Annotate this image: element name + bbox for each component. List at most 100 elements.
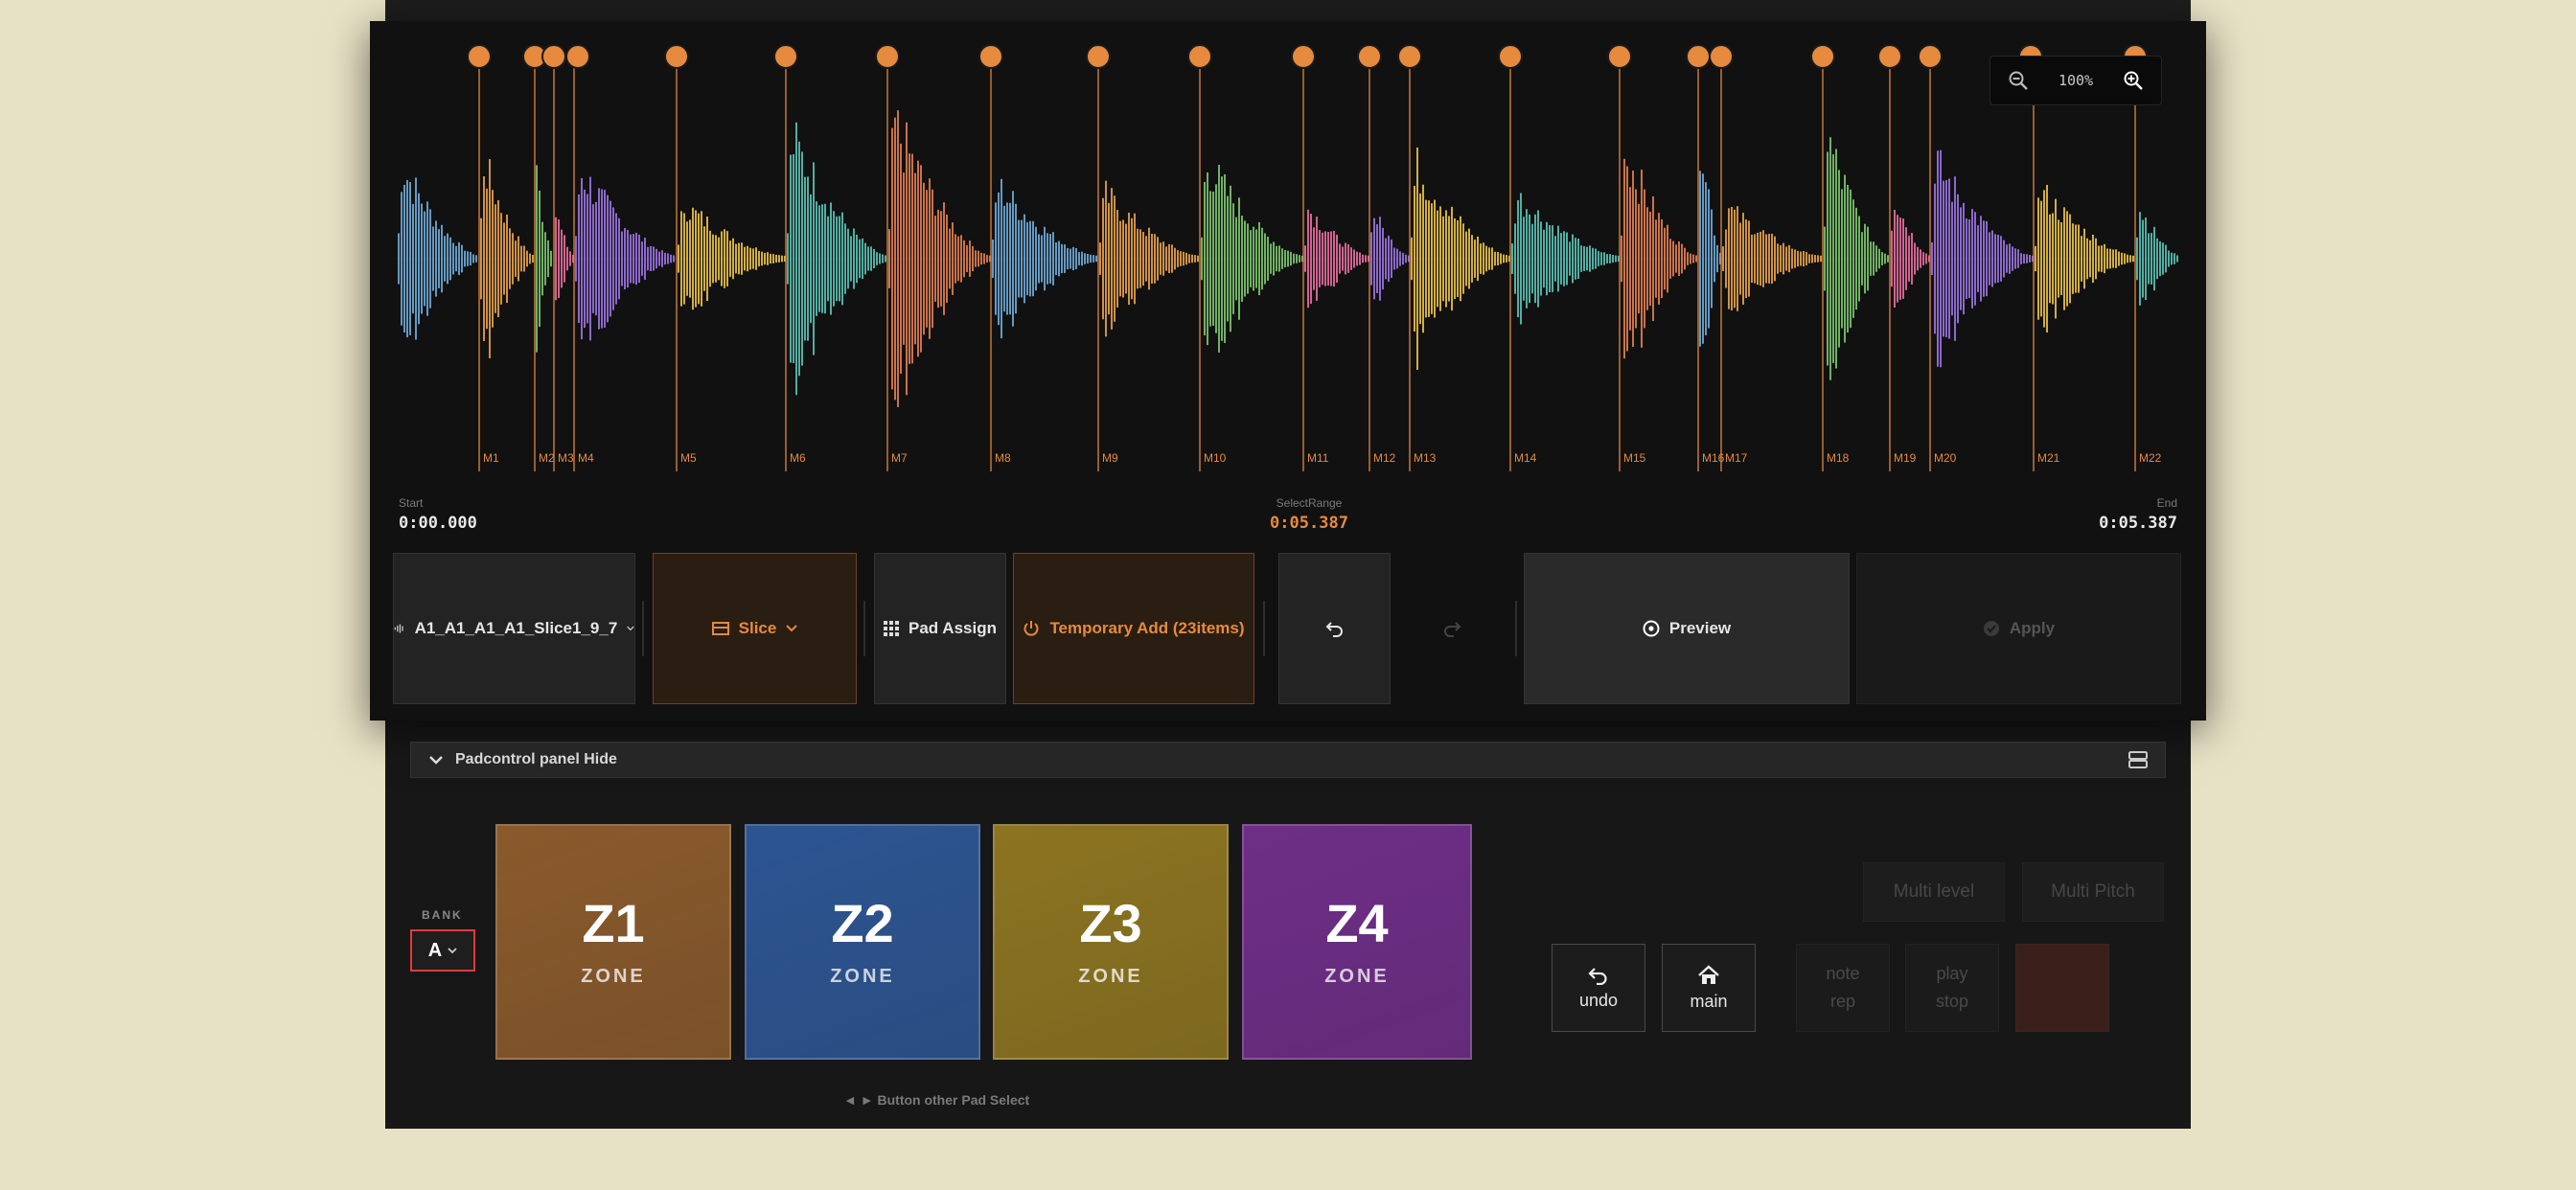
waveform-bar bbox=[544, 232, 546, 286]
waveform-bar bbox=[926, 190, 928, 328]
slice-marker-handle[interactable] bbox=[1086, 44, 1111, 69]
note-repeat-button[interactable]: note rep bbox=[1796, 944, 1890, 1032]
waveform-bar bbox=[1345, 242, 1346, 275]
waveform-bar bbox=[452, 242, 454, 275]
temporary-add-button[interactable]: Temporary Add (23items) bbox=[1013, 553, 1254, 704]
waveform-bar bbox=[1500, 253, 1502, 264]
slice-marker-label: M4 bbox=[578, 451, 594, 465]
waveform-view[interactable]: M1 M2 M3 M4 M5 M6 M7 M8 M9 M10 M11 M12 M13 M14 M15 M16 M… bbox=[370, 21, 2206, 481]
waveform-bar bbox=[1844, 174, 1846, 343]
main-button[interactable]: main bbox=[1662, 944, 1756, 1032]
waveform-bar bbox=[1419, 193, 1421, 325]
zone-pad-z4[interactable]: Z4 ZONE bbox=[1242, 824, 1472, 1060]
range-end-value: 0:05.387 bbox=[2099, 514, 2177, 533]
slice-marker-handle[interactable] bbox=[664, 44, 689, 69]
waveform-bar bbox=[1324, 231, 1326, 286]
redo-edit-button[interactable] bbox=[1395, 553, 1507, 704]
slice-marker-handle[interactable] bbox=[875, 44, 900, 69]
waveform-bar bbox=[1070, 248, 1071, 269]
waveform-bar bbox=[1465, 231, 1467, 286]
slice-marker-handle[interactable] bbox=[1810, 44, 1835, 69]
waveform-bar bbox=[1258, 221, 1260, 296]
waveform-bar bbox=[1399, 251, 1401, 266]
waveform-bar bbox=[1687, 252, 1689, 265]
waveform-bar bbox=[888, 229, 890, 288]
zone-pad-z3[interactable]: Z3 ZONE bbox=[993, 824, 1229, 1060]
play-stop-button[interactable]: play stop bbox=[1905, 944, 1999, 1032]
waveform-bar bbox=[1917, 246, 1919, 271]
layout-stack-icon[interactable] bbox=[2128, 751, 2148, 768]
waveform-bar bbox=[1003, 205, 1005, 312]
waveform-bar bbox=[903, 172, 905, 345]
slice-marker-handle[interactable] bbox=[1498, 44, 1523, 69]
waveform-bar bbox=[1029, 220, 1031, 297]
waveform-bar bbox=[1078, 252, 1080, 265]
pad-undo-button[interactable]: undo bbox=[1552, 944, 1645, 1032]
preview-button[interactable]: Preview bbox=[1524, 553, 1850, 704]
waveform-bar bbox=[1347, 244, 1349, 273]
waveform-bar bbox=[1572, 234, 1574, 284]
waveform-bar bbox=[1760, 231, 1761, 286]
slice-marker-handle[interactable] bbox=[565, 44, 590, 69]
waveform-bar bbox=[1817, 255, 1819, 263]
slice-marker-handle[interactable] bbox=[1918, 44, 1943, 69]
waveform-bar bbox=[578, 195, 580, 323]
waveform-bar bbox=[1943, 180, 1944, 337]
zone-pad-z2[interactable]: Z2 ZONE bbox=[745, 824, 980, 1060]
zoom-in-button[interactable] bbox=[2121, 68, 2146, 93]
pad-assign-button[interactable]: Pad Assign bbox=[874, 553, 1006, 704]
undo-edit-button[interactable] bbox=[1278, 553, 1391, 704]
slice-marker-handle[interactable] bbox=[1709, 44, 1734, 69]
record-button[interactable] bbox=[2015, 944, 2109, 1032]
multi-level-button[interactable]: Multi level bbox=[1863, 862, 2005, 922]
waveform-bar bbox=[520, 245, 522, 272]
waveform-bar bbox=[1385, 238, 1387, 280]
slice-marker-handle[interactable] bbox=[1187, 44, 1212, 69]
slice-mode-dropdown[interactable]: Slice bbox=[653, 553, 857, 704]
zoom-out-button[interactable] bbox=[2006, 68, 2031, 93]
slice-marker-label: M20 bbox=[1934, 451, 1957, 465]
waveform-bar bbox=[1675, 244, 1677, 273]
note-repeat-label-line1: note bbox=[1826, 963, 1860, 983]
waveform-bar bbox=[441, 224, 443, 293]
waveform-bar bbox=[732, 238, 734, 280]
waveform-bar bbox=[1569, 241, 1571, 276]
waveform-bar bbox=[1531, 223, 1533, 294]
slice-marker-handle[interactable] bbox=[541, 44, 566, 69]
waveform-bar bbox=[995, 202, 997, 315]
waveform-bar bbox=[2171, 252, 2173, 265]
waveform-bar bbox=[1353, 249, 1355, 268]
waveform-bar bbox=[906, 122, 908, 396]
waveform-bar bbox=[781, 255, 783, 263]
slice-marker-handle[interactable] bbox=[1607, 44, 1632, 69]
slice-marker-handle[interactable] bbox=[1291, 44, 1316, 69]
padcontrol-toggle-bar[interactable]: Padcontrol panel Hide bbox=[410, 742, 2166, 778]
waveform-bar bbox=[2142, 219, 2144, 298]
waveform-bar bbox=[480, 217, 482, 300]
waveform-bar bbox=[1477, 236, 1479, 282]
slice-marker-handle[interactable] bbox=[1877, 44, 1902, 69]
slice-marker-handle[interactable] bbox=[1357, 44, 1382, 69]
bank-select-dropdown[interactable]: A bbox=[410, 929, 475, 972]
multi-pitch-button[interactable]: Multi Pitch bbox=[2022, 862, 2164, 922]
waveform-bar bbox=[929, 178, 931, 339]
slice-marker-handle[interactable] bbox=[978, 44, 1003, 69]
waveform-bar bbox=[1951, 201, 1953, 316]
slice-marker-handle[interactable] bbox=[467, 44, 492, 69]
waveform-bar bbox=[1920, 249, 1921, 268]
sample-select-dropdown[interactable]: A1_A1_A1_A1_Slice1_9_7 bbox=[393, 553, 635, 704]
waveform-bar bbox=[500, 213, 502, 305]
waveform-bar bbox=[1506, 255, 1507, 263]
waveform-bar bbox=[2069, 214, 2071, 304]
waveform-bar bbox=[2043, 190, 2045, 328]
slice-marker-handle[interactable] bbox=[1397, 44, 1422, 69]
apply-button[interactable]: Apply bbox=[1856, 553, 2181, 704]
slice-marker-handle[interactable] bbox=[773, 44, 798, 69]
waveform-bar bbox=[2139, 212, 2141, 306]
zone-pad-z1[interactable]: Z1 ZONE bbox=[495, 824, 731, 1060]
waveform-bar bbox=[1434, 199, 1436, 318]
waveform-bar bbox=[406, 179, 408, 338]
slice-marker-handle[interactable] bbox=[1686, 44, 1711, 69]
waveform-bar bbox=[816, 201, 817, 316]
waveform-bar bbox=[885, 255, 886, 263]
